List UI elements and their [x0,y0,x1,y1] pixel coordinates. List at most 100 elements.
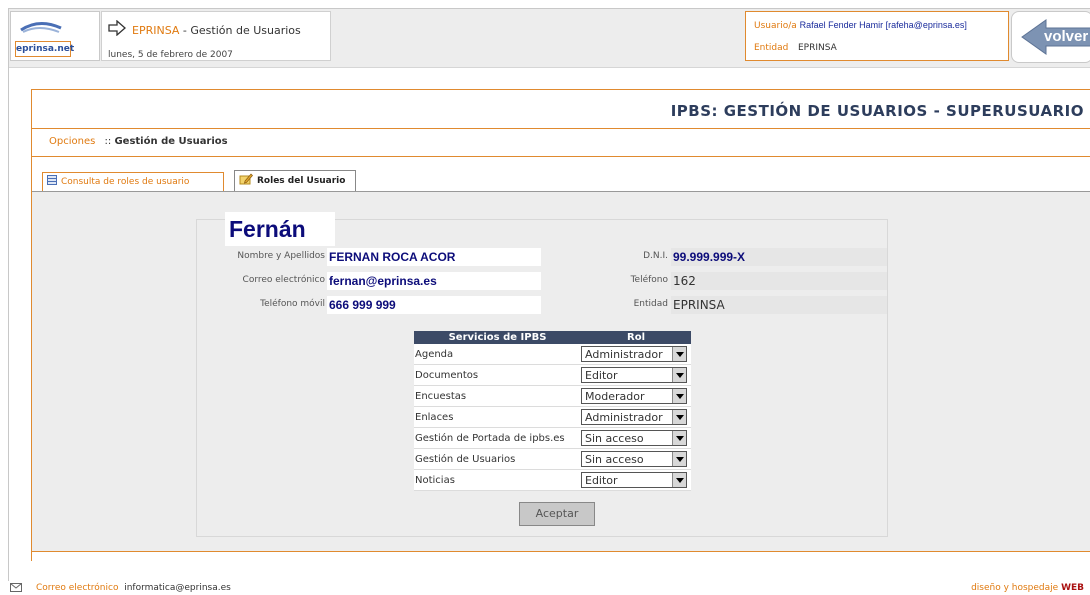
app-title: EPRINSA - Gestión de Usuarios [132,24,301,37]
table-row: Encuestas Moderador [414,385,691,407]
user-label: Usuario/a [754,21,797,31]
envelope-icon [10,583,22,592]
role-select[interactable]: Editor [581,472,687,488]
user-row: Usuario/a Rafael Fender Hamir [rafeha@ep… [754,20,967,31]
eprinsa-logo[interactable]: eprinsa.net [10,11,100,61]
pencil-icon [239,173,253,185]
field-label-entity: Entidad [633,299,668,309]
divider [32,156,1090,157]
user-display-name: Fernán [225,212,335,246]
service-name: Gestión de Usuarios [414,448,581,470]
table-row: Documentos Editor [414,364,691,386]
service-name: Documentos [414,364,581,386]
field-label-phone: Teléfono [630,275,668,285]
field-label-email: Correo electrónico [242,275,325,285]
role-cell: Sin acceso [581,448,691,470]
table-icon [47,175,57,185]
role-select[interactable]: Administrador [581,346,687,362]
table-row: Gestión de Usuarios Sin acceso [414,448,691,470]
service-name: Noticias [414,469,581,491]
role-select[interactable]: Moderador [581,388,687,404]
table-row: Enlaces Administrador [414,406,691,428]
footer-design[interactable]: diseño y hospedaje WEB [971,583,1084,593]
role-selected-value: Moderador [585,390,645,403]
entity-label: Entidad [754,43,789,53]
role-cell: Editor [581,469,691,491]
service-name: Agenda [414,344,581,365]
chevron-down-icon[interactable] [672,410,686,424]
app-window: eprinsa.net EPRINSA - Gestión de Usuario… [8,8,1090,581]
role-select[interactable]: Administrador [581,409,687,425]
role-select[interactable]: Editor [581,367,687,383]
logo-text: eprinsa.net [15,41,74,57]
footer-email-label: Correo electrónico [36,583,119,593]
app-title-box: EPRINSA - Gestión de Usuarios lunes, 5 d… [101,11,331,61]
tab-label: Roles del Usuario [257,176,346,186]
services-table: Servicios de IPBS Rol Agenda Administrad… [414,331,691,491]
col-header-role: Rol [581,331,691,344]
header-bar: eprinsa.net EPRINSA - Gestión de Usuario… [9,9,1090,68]
entity-row: Entidad EPRINSA [754,43,837,53]
footer-email: Correo electrónico informatica@eprinsa.e… [36,583,231,593]
table-row: Gestión de Portada de ipbs.es Sin acceso [414,427,691,449]
role-cell: Moderador [581,385,691,407]
user-info-box: Usuario/a Rafael Fender Hamir [rafeha@ep… [745,11,1009,61]
swoosh-icon [20,22,62,33]
page-title: IPBS: GESTIÓN DE USUARIOS - SUPERUSUARIO [670,102,1084,120]
accept-button[interactable]: Aceptar [519,502,595,526]
user-card: Fernán Nombre y Apellidos FERNAN ROCA AC… [196,212,888,537]
table-row: Noticias Editor [414,469,691,491]
role-selected-value: Administrador [585,348,663,361]
col-header-service: Servicios de IPBS [414,331,581,344]
role-cell: Sin acceso [581,427,691,449]
role-selected-value: Sin acceso [585,432,644,445]
role-select[interactable]: Sin acceso [581,451,687,467]
role-select[interactable]: Sin acceso [581,430,687,446]
role-selected-value: Administrador [585,411,663,424]
footer-design-label: diseño y hospedaje [971,583,1059,593]
tab-label: Consulta de roles de usuario [61,177,190,187]
field-value-dni: 99.999.999-X [671,248,887,266]
table-row: Agenda Administrador [414,344,691,365]
chevron-down-icon[interactable] [672,473,686,487]
breadcrumb-current: Gestión de Usuarios [114,136,228,147]
divider [32,551,1090,552]
chevron-down-icon[interactable] [672,389,686,403]
role-cell: Administrador [581,344,691,365]
entity-value: EPRINSA [798,43,837,53]
back-label: volver [1044,28,1089,45]
table-header-row: Servicios de IPBS Rol [414,331,691,344]
breadcrumb-options-link[interactable]: Opciones [49,136,95,147]
service-name: Gestión de Portada de ipbs.es [414,427,581,449]
field-label-dni: D.N.I. [643,251,668,261]
role-cell: Administrador [581,406,691,428]
chevron-down-icon[interactable] [672,431,686,445]
role-selected-value: Editor [585,474,618,487]
field-value-mobile: 666 999 999 [327,296,541,314]
current-date: lunes, 5 de febrero de 2007 [108,50,233,60]
tab-consulta-roles[interactable]: Consulta de roles de usuario [42,172,224,192]
main-content: IPBS: GESTIÓN DE USUARIOS - SUPERUSUARIO… [31,89,1090,561]
field-label-name: Nombre y Apellidos [237,251,325,261]
chevron-down-icon[interactable] [672,347,686,361]
app-title-subtitle: - Gestión de Usuarios [182,24,301,37]
arrow-right-icon [108,20,126,36]
role-selected-value: Sin acceso [585,453,644,466]
field-value-name: FERNAN ROCA ACOR [327,248,541,266]
footer-email-link[interactable]: informatica@eprinsa.es [124,583,231,593]
chevron-down-icon[interactable] [672,368,686,382]
breadcrumb-separator: :: [104,136,112,147]
user-value: Rafael Fender Hamir [rafeha@eprinsa.es] [799,20,967,30]
role-cell: Editor [581,364,691,386]
tab-roles-usuario[interactable]: Roles del Usuario [234,170,356,191]
back-button[interactable]: volver [1011,11,1090,63]
divider [32,128,1090,129]
chevron-down-icon[interactable] [672,452,686,466]
roles-panel: Fernán Nombre y Apellidos FERNAN ROCA AC… [32,191,1090,552]
field-label-mobile: Teléfono móvil [260,299,325,309]
app-title-brand: EPRINSA [132,24,180,37]
breadcrumb: Opciones :: Gestión de Usuarios [49,136,228,147]
service-name: Encuestas [414,385,581,407]
field-value-email: fernan@eprinsa.es [327,272,541,290]
service-name: Enlaces [414,406,581,428]
